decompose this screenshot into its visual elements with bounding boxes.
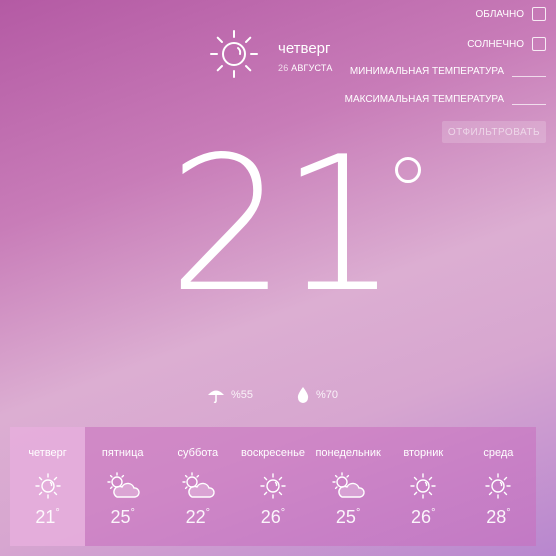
forecast-day[interactable]: воскресенье 26° [235,427,310,546]
filter-cloudy-label: ОБЛАЧНО [475,8,524,20]
partly-cloudy-icon [330,471,366,501]
precipitation-value: %55 [231,389,254,401]
degree-symbol: ° [431,507,436,519]
forecast-temp-value: 25 [335,507,356,527]
umbrella-icon [208,390,224,404]
filter-cloudy[interactable]: ОБЛАЧНО [476,7,546,21]
filter-min-temp[interactable]: МИНИМАЛЬНАЯ ТЕМПЕРАТУРА [350,66,546,77]
filter-button[interactable]: ОТФИЛЬТРОВАТЬ [442,121,546,143]
partly-cloudy-icon [180,471,216,501]
forecast-temp-value: 22 [185,507,206,527]
forecast-day-name: среда [483,447,514,459]
forecast-strip: четверг 21° пятница 25° суббота 22° воскресень… [10,427,536,546]
forecast-day-temp: 22° [186,507,210,528]
forecast-day-name: пятница [101,447,144,459]
precipitation-stat: %55 [207,386,253,404]
forecast-day[interactable]: четверг 21° [10,427,86,546]
humidity-value: %70 [316,389,339,401]
forecast-temp-value: 21 [35,507,56,527]
forecast-day-name: вторник [403,447,444,459]
degree-symbol [395,157,421,183]
forecast-day-temp: 26° [261,507,285,528]
filter-max-temp[interactable]: МАКСИМАЛЬНАЯ ТЕМПЕРАТУРА [345,94,546,105]
forecast-day-name: понедельник [315,447,381,459]
current-day: четверг [278,40,331,57]
forecast-day-temp: 21° [35,507,59,528]
max-temp-input[interactable] [512,104,546,105]
sun-icon [210,30,258,78]
forecast-day-name: четверг [28,447,67,459]
date-month: АВГУСТА [291,63,333,73]
sunny-checkbox[interactable] [532,37,546,51]
min-temp-label: МИНИМАЛЬНАЯ ТЕМПЕРАТУРА [349,66,504,77]
sun-icon [255,471,291,501]
min-temp-input[interactable] [512,76,546,77]
degree-symbol: ° [130,507,135,519]
forecast-temp-value: 25 [110,507,131,527]
max-temp-label: МАКСИМАЛЬНАЯ ТЕМПЕРАТУРА [344,94,504,105]
degree-symbol: ° [205,507,211,519]
forecast-day-temp: 25° [336,507,360,528]
sun-icon [480,471,516,501]
forecast-temp-value: 28 [486,507,507,527]
forecast-day-name: суббота [177,447,219,459]
degree-symbol: ° [55,507,60,519]
forecast-day-temp: 26° [411,507,435,528]
filter-sunny-label: СОЛНЕЧНО [467,38,524,50]
current-temperature: 21 [168,116,399,333]
degree-symbol: ° [355,507,361,519]
forecast-day-name: воскресенье [241,447,305,459]
forecast-temp-value: 26 [260,507,281,527]
cloudy-checkbox[interactable] [532,7,546,21]
current-date: 26 АВГУСТА [278,63,333,73]
filter-sunny[interactable]: СОЛНЕЧНО [467,37,546,51]
date-number: 26 [278,63,289,73]
forecast-day[interactable]: среда 28° [461,427,536,546]
sun-icon [30,471,66,501]
humidity-stat: %70 [296,386,338,404]
forecast-day-temp: 25° [110,507,134,528]
partly-cloudy-icon [105,471,141,501]
degree-symbol: ° [280,507,286,519]
forecast-day[interactable]: суббота 22° [160,427,235,546]
sun-icon [405,471,441,501]
forecast-temp-value: 26 [411,507,432,527]
forecast-day[interactable]: вторник 26° [386,427,461,546]
forecast-day[interactable]: понедельник 25° [311,427,386,546]
forecast-day[interactable]: пятница 25° [85,427,160,546]
degree-symbol: ° [506,507,511,519]
water-drop-icon [297,387,309,403]
forecast-day-temp: 28° [486,507,510,528]
